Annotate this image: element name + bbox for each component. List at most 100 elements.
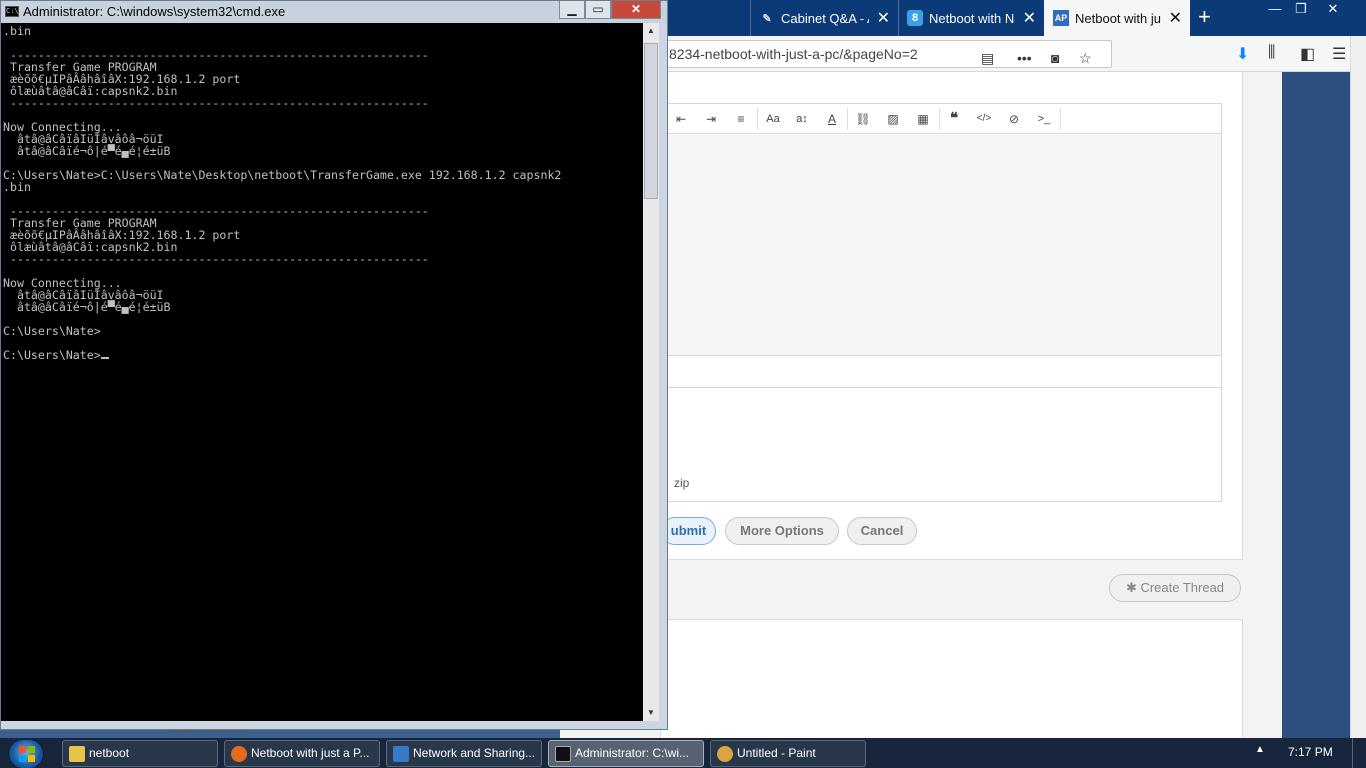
terminal-icon[interactable]: >_ bbox=[1033, 110, 1055, 128]
reply-panel: ⇤ ⇥ ≡ Aa a↕ A ⛓ ▨ ▦ ❝ </> ⊘ >_ zip ubmit… bbox=[660, 72, 1243, 560]
taskbar-label: Netboot with just a P... bbox=[251, 746, 370, 760]
firefox-window: ✎ Cabinet Q&A - A ✕ 8 Netboot with Na ✕ … bbox=[560, 0, 1366, 740]
show-desktop-button[interactable] bbox=[1352, 738, 1366, 768]
create-thread-label: Create Thread bbox=[1140, 580, 1225, 595]
align-icon[interactable]: ≡ bbox=[730, 110, 752, 128]
cmd-close-button[interactable]: ✕ bbox=[611, 1, 661, 19]
toolbar-divider bbox=[847, 108, 848, 130]
tab-label: Cabinet Q&A - A bbox=[781, 10, 869, 26]
cmd-icon bbox=[555, 746, 571, 762]
tab-netboot-active[interactable]: AP Netboot with jus ✕ bbox=[1044, 0, 1190, 36]
menu-icon[interactable]: ☰ bbox=[1332, 44, 1346, 64]
toolbar-divider bbox=[939, 108, 940, 130]
cabinet-icon: ✎ bbox=[762, 12, 772, 25]
console-line: ----------------------------------------… bbox=[3, 96, 429, 110]
toolbar-divider bbox=[1060, 108, 1061, 130]
cmd-maximize-button[interactable]: ▭ bbox=[585, 1, 611, 19]
cmd-title-bar[interactable]: C:\ Administrator: C:\windows\system32\c… bbox=[1, 1, 667, 23]
editor-text-area[interactable] bbox=[662, 135, 1221, 355]
close-icon[interactable]: ✕ bbox=[1169, 8, 1182, 28]
scroll-down-icon[interactable]: ▼ bbox=[643, 705, 659, 721]
url-bar[interactable]: 8234-netboot-with-just-a-pc/&pageNo=2 ▤ … bbox=[660, 40, 1112, 68]
asterisk-icon: ✱ bbox=[1125, 580, 1141, 595]
downloads-icon[interactable]: ⬇ bbox=[1236, 44, 1249, 64]
scroll-up-icon[interactable]: ▲ bbox=[643, 23, 659, 39]
page-content: ⇤ ⇥ ≡ Aa a↕ A ⛓ ▨ ▦ ❝ </> ⊘ >_ zip ubmit… bbox=[560, 72, 1282, 740]
text-size-icon[interactable]: a↕ bbox=[791, 110, 813, 128]
taskbar-label: Administrator: C:\wi... bbox=[575, 746, 690, 760]
cmd-window: C:\ Administrator: C:\windows\system32\c… bbox=[0, 0, 668, 730]
taskbar-item-network[interactable]: Network and Sharing... bbox=[386, 740, 542, 767]
code-icon[interactable]: </> bbox=[973, 110, 995, 128]
taskbar-item-firefox[interactable]: Netboot with just a P... bbox=[224, 740, 380, 767]
tab-label: Netboot with Na bbox=[929, 10, 1015, 26]
spoiler-icon[interactable]: ⊘ bbox=[1003, 110, 1025, 128]
outdent-icon[interactable]: ⇤ bbox=[670, 110, 692, 128]
network-icon bbox=[393, 746, 409, 762]
console-line: .bin bbox=[3, 180, 31, 194]
close-icon[interactable]: ✕ bbox=[1023, 8, 1036, 28]
navigation-bar: 8234-netboot-with-just-a-pc/&pageNo=2 ▤ … bbox=[560, 36, 1366, 72]
reader-view-icon[interactable]: ▤ bbox=[981, 45, 994, 71]
scroll-thumb[interactable] bbox=[644, 43, 658, 199]
console-line: C:\Users\Nate> bbox=[3, 348, 101, 362]
quote-icon[interactable]: ❝ bbox=[943, 110, 965, 128]
tab-label: Netboot with jus bbox=[1075, 10, 1161, 26]
start-button[interactable] bbox=[8, 739, 44, 768]
console-line: C:\Users\Nate>C:\Users\Nate\Desktop\netb… bbox=[3, 168, 562, 182]
console-output: .bin -----------------------------------… bbox=[3, 25, 643, 361]
close-window-button[interactable]: ✕ bbox=[1318, 0, 1348, 18]
submit-button[interactable]: ubmit bbox=[661, 517, 716, 545]
taskbar-label: Untitled - Paint bbox=[737, 746, 816, 760]
link-icon[interactable]: ⛓ bbox=[852, 110, 874, 128]
close-icon[interactable]: ✕ bbox=[877, 8, 890, 28]
windows-logo-icon bbox=[19, 746, 35, 762]
bookmark-star-icon[interactable]: ☆ bbox=[1079, 45, 1092, 71]
tab-strip: ✎ Cabinet Q&A - A ✕ 8 Netboot with Na ✕ … bbox=[560, 0, 1366, 36]
taskbar-item-netboot[interactable]: netboot bbox=[62, 740, 218, 767]
reply-editor: ⇤ ⇥ ≡ Aa a↕ A ⛓ ▨ ▦ ❝ </> ⊘ >_ zip bbox=[661, 103, 1222, 502]
sidebar-icon[interactable]: ◧ bbox=[1300, 44, 1315, 64]
console-line: âtâ@âCâïé¬ô|é▀é▄é¦é±üB bbox=[3, 144, 171, 158]
editor-toolbar: ⇤ ⇥ ≡ Aa a↕ A ⛓ ▨ ▦ ❝ </> ⊘ >_ bbox=[662, 104, 1221, 134]
console-line: C:\Users\Nate> bbox=[3, 324, 101, 338]
b-logo-icon: 8 bbox=[907, 10, 923, 26]
cmd-title: Administrator: C:\windows\system32\cmd.e… bbox=[23, 4, 286, 19]
font-color-icon[interactable]: A bbox=[821, 110, 843, 128]
text-cursor bbox=[100, 357, 109, 359]
toolbar-divider bbox=[757, 108, 758, 130]
restore-button[interactable]: ❐ bbox=[1286, 0, 1316, 18]
attachment-types-note: zip bbox=[674, 476, 690, 490]
console-line: ----------------------------------------… bbox=[3, 252, 429, 266]
attachment-bar[interactable] bbox=[662, 355, 1221, 388]
tab-cabinet-qa[interactable]: ✎ Cabinet Q&A - A ✕ bbox=[750, 0, 898, 36]
font-size-icon[interactable]: Aa bbox=[762, 110, 784, 128]
ap-logo-icon: AP bbox=[1053, 10, 1069, 26]
cancel-button[interactable]: Cancel bbox=[847, 517, 917, 545]
tab-netboot-na[interactable]: 8 Netboot with Na ✕ bbox=[898, 0, 1044, 36]
paint-icon bbox=[717, 746, 733, 762]
browser-scrollbar[interactable] bbox=[1350, 36, 1366, 740]
new-tab-button[interactable]: + bbox=[1198, 6, 1211, 28]
taskbar-item-cmd[interactable]: Administrator: C:\wi... bbox=[548, 740, 704, 767]
url-text: 8234-netboot-with-just-a-pc/&pageNo=2 bbox=[669, 46, 918, 62]
console-line: âtâ@âCâïé¬ô|é▀é▄é¦é±üB bbox=[3, 300, 171, 314]
table-icon[interactable]: ▦ bbox=[912, 110, 934, 128]
pocket-icon[interactable]: ◙ bbox=[1051, 45, 1059, 71]
cmd-scrollbar[interactable]: ▲ ▼ bbox=[643, 23, 659, 721]
taskbar-item-paint[interactable]: Untitled - Paint bbox=[710, 740, 866, 767]
cmd-minimize-button[interactable]: ▁ bbox=[559, 1, 585, 19]
page-actions-icon[interactable]: ••• bbox=[1017, 45, 1032, 71]
cmd-icon: C:\ bbox=[5, 6, 19, 17]
create-thread-button[interactable]: ✱ Create Thread bbox=[1109, 574, 1241, 602]
page-side-strip bbox=[1282, 72, 1350, 740]
tray-expand-icon[interactable]: ▲ bbox=[1255, 744, 1265, 755]
indent-icon[interactable]: ⇥ bbox=[700, 110, 722, 128]
taskbar-clock[interactable]: 7:17 PM bbox=[1288, 745, 1333, 759]
cmd-console[interactable]: .bin -----------------------------------… bbox=[1, 23, 643, 721]
taskbar-label: netboot bbox=[89, 746, 130, 760]
more-options-button[interactable]: More Options bbox=[725, 517, 839, 545]
image-icon[interactable]: ▨ bbox=[882, 110, 904, 128]
taskbar-label: Network and Sharing... bbox=[413, 746, 536, 760]
library-icon[interactable]: ⫼ bbox=[1268, 44, 1275, 62]
